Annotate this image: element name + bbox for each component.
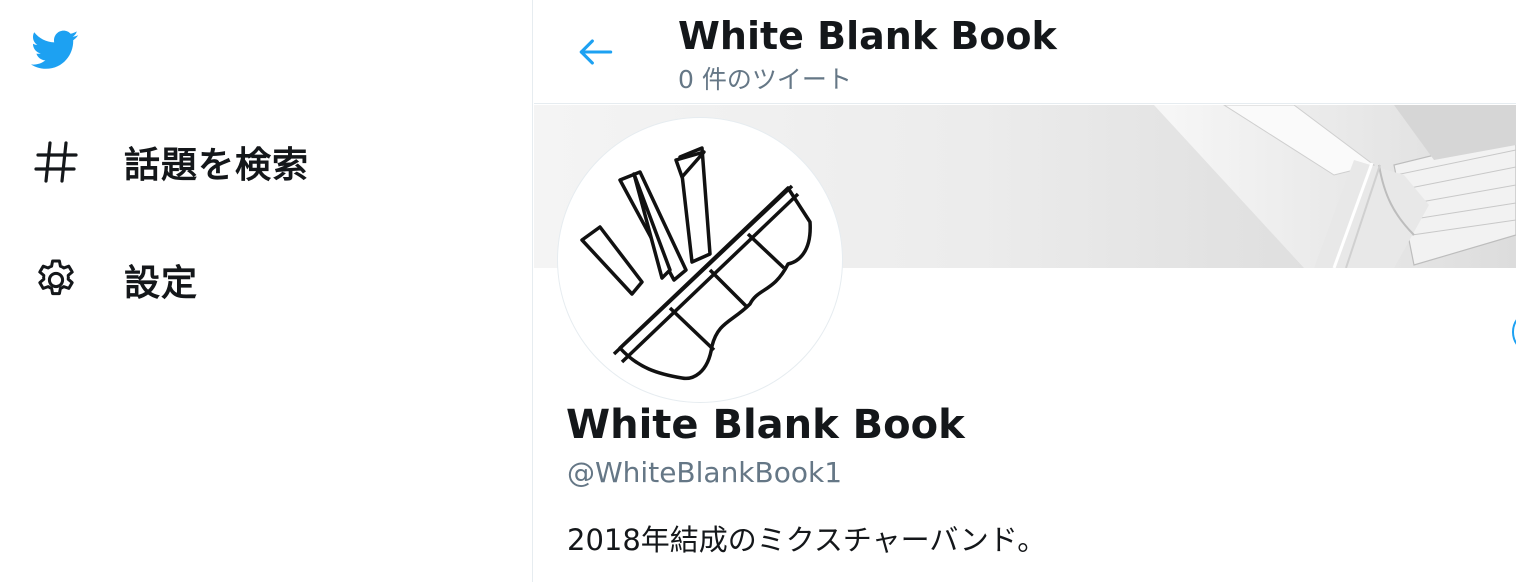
profile-header: White Blank Book 0 件のツイート [534,0,1516,104]
sidebar: 話題を検索 設定 [0,0,533,582]
twitter-bird-icon [31,30,79,69]
sidebar-item-settings[interactable]: 設定 [30,252,198,308]
profile-bio: 2018年結成のミクスチャーバンド。 [567,523,1047,557]
sidebar-item-label: 設定 [124,263,199,304]
wbb-logo-image [580,146,812,381]
page-title: White Blank Book [678,14,1057,58]
profile-handle: @WhiteBlankBook1 [567,456,843,489]
back-button[interactable] [572,28,620,76]
tweet-count: 0 件のツイート [678,65,852,94]
gear-icon [30,254,82,306]
arrow-left-icon [579,39,613,65]
sidebar-item-explore[interactable]: 話題を検索 [30,134,309,190]
hashtag-icon [30,136,82,188]
twitter-logo-icon[interactable] [26,26,84,74]
profile-column: White Blank Book 0 件のツイート White Blank Bo… [534,0,1516,582]
follow-button-edge[interactable] [1512,310,1516,354]
profile-name: White Blank Book [566,402,965,448]
avatar[interactable] [558,118,842,402]
sidebar-item-label: 話題を検索 [124,145,310,186]
